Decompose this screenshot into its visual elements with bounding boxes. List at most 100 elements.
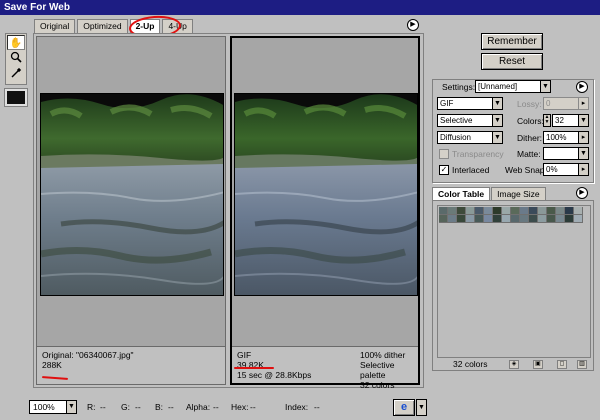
zoom-icon[interactable] xyxy=(7,51,25,66)
color-swatch[interactable] xyxy=(511,207,520,215)
tab-color-table[interactable]: Color Table xyxy=(432,187,491,200)
lossy-field: 0 ▸ xyxy=(543,97,589,110)
color-swatch[interactable] xyxy=(475,215,484,223)
color-swatch[interactable] xyxy=(556,207,565,215)
matte-label: Matte: xyxy=(517,149,541,159)
colors-stepper[interactable]: ▲ ▼ xyxy=(543,114,551,127)
hand-icon[interactable]: ✋ xyxy=(7,35,25,50)
color-count: 32 colors xyxy=(453,359,488,369)
browser-menu-chevron-icon[interactable]: ▼ xyxy=(416,399,427,416)
tab-optimized[interactable]: Optimized xyxy=(77,19,128,33)
color-table-panel: 32 colors ◈ ▣ ◻ ▥ xyxy=(432,200,594,371)
index-label: Index: xyxy=(285,402,309,412)
preview-menu-icon[interactable]: ▶ xyxy=(407,19,419,31)
color-swatch[interactable] xyxy=(574,207,583,215)
optimized-info: GIF 39.82K 15 sec @ 28.8Kbps 100% dither… xyxy=(232,346,418,390)
index-value: -- xyxy=(314,402,320,412)
alpha-value: -- xyxy=(213,402,219,412)
new-color-icon[interactable]: ◻ xyxy=(557,360,567,369)
color-swatch[interactable] xyxy=(457,207,466,215)
format-select[interactable]: GIF ▼ xyxy=(437,97,503,110)
color-swatch[interactable] xyxy=(565,215,574,223)
color-swatch[interactable] xyxy=(484,215,493,223)
matte-select[interactable]: ▼ xyxy=(543,147,589,160)
color-swatch[interactable] xyxy=(439,207,448,215)
tab-original[interactable]: Original xyxy=(34,19,76,33)
g-value: -- xyxy=(135,402,141,412)
optimized-colors: 32 colors xyxy=(360,380,395,390)
alpha-label: Alpha: xyxy=(186,402,211,412)
color-swatch[interactable] xyxy=(502,215,511,223)
websnap-value: 0% xyxy=(546,165,558,174)
lossy-value: 0 xyxy=(546,99,551,108)
optimized-details: 100% dither Selective palette 32 colors xyxy=(360,350,418,390)
dither-algorithm-select[interactable]: Diffusion ▼ xyxy=(437,131,503,144)
color-swatch[interactable] xyxy=(547,207,556,215)
eyedropper-color-swatch[interactable] xyxy=(4,88,28,107)
websnap-field[interactable]: 0% ▸ xyxy=(543,163,589,176)
checkmark-icon: ✓ xyxy=(440,165,448,174)
color-swatch[interactable] xyxy=(529,215,538,223)
color-swatch[interactable] xyxy=(448,207,457,215)
color-swatch[interactable] xyxy=(448,215,457,223)
color-swatch[interactable] xyxy=(493,215,502,223)
optimized-size-annotation xyxy=(234,367,274,369)
color-swatch[interactable] xyxy=(520,207,529,215)
color-swatch[interactable] xyxy=(538,215,547,223)
interlaced-checkbox[interactable]: ✓ xyxy=(439,165,449,175)
palette-select[interactable]: Selective ▼ xyxy=(437,114,503,127)
preview-area: Original: "06340067.jpg" 288K GIF 39.82K… xyxy=(33,33,424,390)
dither-amount-value: 100% xyxy=(546,133,567,142)
internet-explorer-icon[interactable]: e xyxy=(393,399,415,416)
hex-value: -- xyxy=(250,402,256,412)
color-swatch[interactable] xyxy=(547,215,556,223)
b-label: B: xyxy=(155,402,164,412)
chevron-down-icon: ▼ xyxy=(492,115,502,126)
remember-button[interactable]: Remember xyxy=(481,33,543,50)
color-swatch[interactable] xyxy=(493,207,502,215)
color-swatch[interactable] xyxy=(502,207,511,215)
web-shift-icon[interactable]: ◈ xyxy=(509,360,519,369)
dither-amount-field[interactable]: 100% ▸ xyxy=(543,131,589,144)
r-value: -- xyxy=(100,402,106,412)
palette-value: Selective xyxy=(440,116,473,125)
color-swatch[interactable] xyxy=(511,215,520,223)
zoom-select[interactable]: 100% ▼ xyxy=(29,400,77,414)
chevron-right-icon: ▸ xyxy=(578,132,588,143)
colors-label: Colors: xyxy=(517,116,544,126)
reset-button[interactable]: Reset xyxy=(481,53,543,70)
chevron-right-icon: ▸ xyxy=(578,164,588,175)
trash-icon[interactable]: ▥ xyxy=(577,360,587,369)
color-swatch[interactable] xyxy=(484,207,493,215)
websnap-label: Web Snap: xyxy=(505,165,547,175)
color-swatch[interactable] xyxy=(439,215,448,223)
color-table-menu-icon[interactable]: ▶ xyxy=(576,187,588,199)
color-swatch[interactable] xyxy=(466,207,475,215)
original-filename: Original: "06340067.jpg" xyxy=(42,350,134,360)
color-swatch[interactable] xyxy=(538,207,547,215)
colors-value: 32 xyxy=(555,116,564,125)
lossy-label: Lossy: xyxy=(517,99,542,109)
eyedropper-icon[interactable] xyxy=(7,67,25,82)
colors-select[interactable]: 32 ▼ xyxy=(552,114,589,127)
color-swatch[interactable] xyxy=(457,215,466,223)
color-swatch[interactable] xyxy=(529,207,538,215)
color-swatch[interactable] xyxy=(556,215,565,223)
color-table-tabs: Color Table Image Size xyxy=(432,187,547,200)
color-table-footer: 32 colors ◈ ▣ ◻ ▥ xyxy=(437,358,591,371)
color-swatch[interactable] xyxy=(574,215,583,223)
color-swatch[interactable] xyxy=(475,207,484,215)
transparency-checkbox xyxy=(439,149,449,159)
color-swatch[interactable] xyxy=(565,207,574,215)
color-swatch[interactable] xyxy=(520,215,529,223)
status-bar: 100% ▼ R: -- G: -- B: -- Alpha: -- Hex: … xyxy=(0,396,600,416)
tab-image-size[interactable]: Image Size xyxy=(491,187,546,200)
optimized-palette: Selective palette xyxy=(360,360,395,380)
format-value: GIF xyxy=(440,99,454,108)
original-pane[interactable]: Original: "06340067.jpg" 288K xyxy=(36,36,226,385)
color-swatch[interactable] xyxy=(466,215,475,223)
r-label: R: xyxy=(87,402,96,412)
optimized-image xyxy=(234,93,418,296)
optimized-pane[interactable]: GIF 39.82K 15 sec @ 28.8Kbps 100% dither… xyxy=(230,36,420,390)
lock-icon[interactable]: ▣ xyxy=(533,360,543,369)
